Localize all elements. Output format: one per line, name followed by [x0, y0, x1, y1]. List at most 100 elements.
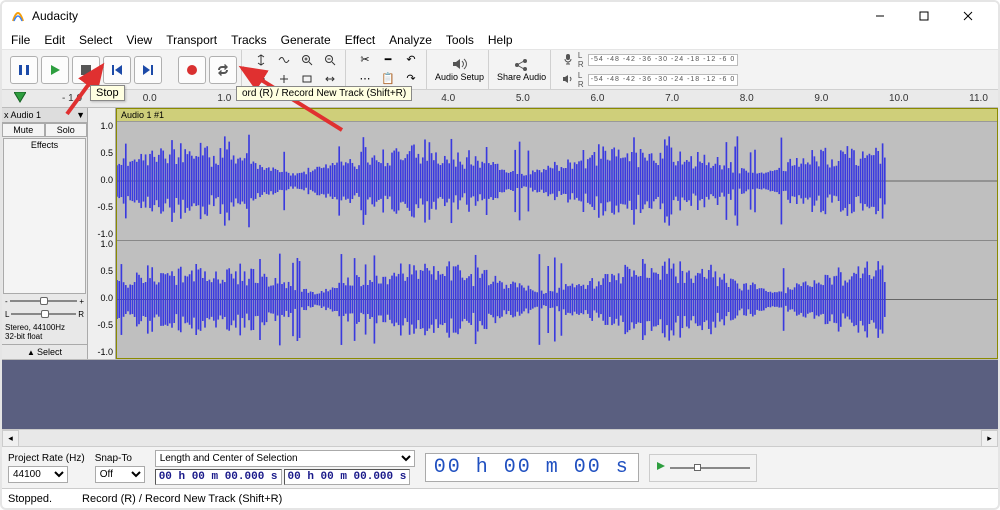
waveform-display[interactable]: Audio 1 #1 [116, 108, 998, 359]
pause-button[interactable] [10, 56, 38, 84]
pan-slider[interactable]: L R [2, 308, 87, 321]
playback-speed-slider[interactable] [670, 467, 750, 469]
track-control-panel: x Audio 1 ▼ Mute Solo Effects - + L R St… [2, 108, 88, 359]
share-audio-button[interactable]: Share Audio [497, 57, 546, 82]
horizontal-scrollbar[interactable]: ◂ ▸ [2, 429, 998, 446]
play-at-speed-button[interactable] [656, 461, 666, 474]
transport-group [6, 50, 242, 89]
scroll-right-button[interactable]: ▸ [981, 430, 998, 447]
undo-icon[interactable]: ↶ [400, 51, 422, 68]
close-button[interactable] [946, 2, 990, 30]
channel-right [117, 240, 997, 358]
amplitude-scale: 1.00.50.0-0.5-1.0 1.00.50.0-0.5-1.0 [88, 108, 116, 359]
speaker-icon [452, 57, 468, 71]
status-bar: Stopped. Record (R) / Record New Track (… [2, 488, 998, 508]
cut-icon[interactable]: ⋯ [354, 70, 376, 87]
speaker-icon[interactable] [562, 73, 574, 87]
audio-setup-group: Audio Setup [431, 50, 489, 89]
trim-icon[interactable]: ✂ [354, 51, 376, 68]
empty-track-area[interactable] [2, 360, 998, 429]
selection-tool[interactable] [250, 51, 272, 68]
solo-button[interactable]: Solo [45, 123, 88, 137]
status-hint: Record (R) / Record New Track (Shift+R) [82, 493, 282, 505]
meters: LR -54 -48 -42 -36 -30 -24 -18 -12 -6 0 … [555, 50, 745, 89]
audio-setup-label: Audio Setup [435, 72, 484, 82]
track-select-button[interactable]: ▲Select [2, 344, 87, 359]
clip-name[interactable]: Audio 1 #1 [117, 109, 997, 122]
ruler-tick: 6.0 [590, 93, 604, 104]
skip-end-button[interactable] [134, 56, 162, 84]
scroll-left-button[interactable]: ◂ [2, 430, 19, 447]
record-meter[interactable]: -54 -48 -42 -36 -30 -24 -18 -12 -6 0 [588, 54, 739, 66]
ruler-tick: 5.0 [516, 93, 530, 104]
playhead-marker[interactable] [14, 92, 26, 107]
stop-button[interactable] [72, 56, 100, 84]
menu-help[interactable]: Help [481, 31, 520, 49]
redo-icon[interactable]: ↷ [400, 70, 422, 87]
selection-time-1[interactable]: 00 h 00 m 00.000 s [155, 469, 282, 485]
ruler-tick: 0.0 [143, 93, 157, 104]
menu-tools[interactable]: Tools [439, 31, 481, 49]
selection-time-2[interactable]: 00 h 00 m 00.000 s [284, 469, 411, 485]
ruler-tick: 9.0 [814, 93, 828, 104]
snap-to-select[interactable]: Off [95, 466, 145, 483]
scroll-track[interactable] [19, 430, 981, 447]
play-at-speed [649, 454, 757, 482]
minimize-button[interactable] [858, 2, 902, 30]
track-name[interactable]: Audio 1 [11, 110, 75, 120]
menu-tracks[interactable]: Tracks [224, 31, 274, 49]
paste-icon[interactable]: 📋 [377, 70, 399, 87]
ruler-tick: 1.0 [217, 93, 231, 104]
menu-generate[interactable]: Generate [274, 31, 338, 49]
silence-icon[interactable]: ━ [377, 51, 399, 68]
zoom-in-icon[interactable] [296, 51, 318, 68]
titlebar: Audacity [2, 2, 998, 30]
timeline-ruler[interactable]: - 1.00.01.02.03.04.05.06.07.08.09.010.01… [2, 90, 998, 108]
ruler-tick: 7.0 [665, 93, 679, 104]
selection-toolbar: Project Rate (Hz) 44100 Snap-To Off Leng… [2, 446, 998, 488]
effects-button[interactable]: Effects [3, 138, 86, 294]
track-close-button[interactable]: x [4, 110, 9, 120]
gain-slider[interactable]: - + [2, 295, 87, 308]
draw-tool[interactable] [250, 70, 272, 87]
fit-project-icon[interactable] [319, 70, 341, 87]
loop-button[interactable] [209, 56, 237, 84]
menu-select[interactable]: Select [72, 31, 119, 49]
track-format-info: Stereo, 44100Hz 32-bit float [2, 321, 87, 344]
edit-tools-group [246, 50, 346, 89]
zoom-out-icon[interactable] [319, 51, 341, 68]
project-rate-select[interactable]: 44100 [8, 466, 68, 483]
menubar: FileEditSelectViewTransportTracksGenerat… [2, 30, 998, 50]
selection-mode-select[interactable]: Length and Center of Selection [155, 450, 415, 467]
menu-edit[interactable]: Edit [37, 31, 72, 49]
skip-start-button[interactable] [103, 56, 131, 84]
menu-effect[interactable]: Effect [338, 31, 382, 49]
playback-meter[interactable]: -54 -48 -42 -36 -30 -24 -18 -12 -6 0 [588, 74, 739, 86]
mic-icon[interactable] [562, 53, 574, 67]
status-state: Stopped. [8, 493, 52, 505]
track-area: x Audio 1 ▼ Mute Solo Effects - + L R St… [2, 108, 998, 360]
mute-button[interactable]: Mute [2, 123, 45, 137]
toolbar: ✂ ━ ↶ ⋯ 📋 ↷ Audio Setup Share Audio [2, 50, 998, 90]
play-button[interactable] [41, 56, 69, 84]
ruler-tick: - 1.0 [62, 93, 82, 104]
trim-silence-group: ✂ ━ ↶ ⋯ 📋 ↷ [350, 50, 427, 89]
menu-view[interactable]: View [119, 31, 159, 49]
fit-selection-icon[interactable] [296, 70, 318, 87]
multi-tool[interactable] [273, 70, 295, 87]
channel-left [117, 122, 997, 240]
ruler-tick: 10.0 [889, 93, 908, 104]
maximize-button[interactable] [902, 2, 946, 30]
record-tooltip: ord (R) / Record New Track (Shift+R) [236, 86, 412, 101]
share-audio-label: Share Audio [497, 72, 546, 82]
menu-file[interactable]: File [4, 31, 37, 49]
envelope-tool[interactable] [273, 51, 295, 68]
menu-transport[interactable]: Transport [159, 31, 224, 49]
track-menu-button[interactable]: ▼ [76, 110, 85, 120]
menu-analyze[interactable]: Analyze [382, 31, 439, 49]
share-audio-group: Share Audio [493, 50, 551, 89]
audio-setup-button[interactable]: Audio Setup [435, 57, 484, 82]
position-time-display[interactable]: 00 h 00 m 00 s [425, 453, 639, 482]
record-button[interactable] [178, 56, 206, 84]
ruler-tick: 4.0 [441, 93, 455, 104]
